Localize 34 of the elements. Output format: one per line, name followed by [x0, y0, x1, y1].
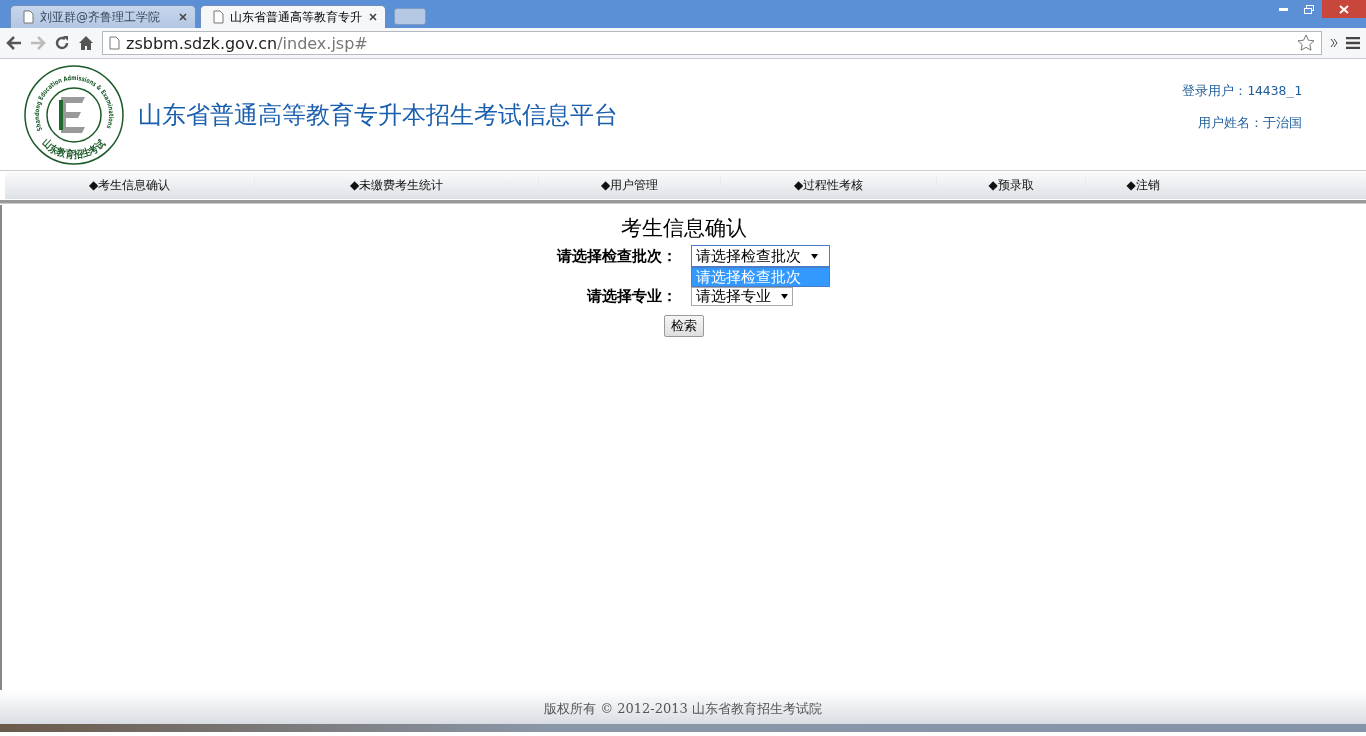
field-label: 请选择专业： [587, 287, 677, 306]
restore-icon[interactable] [1304, 4, 1314, 14]
menu-icon[interactable] [1346, 37, 1360, 49]
nav-link[interactable]: ◆考生信息确认 [88, 177, 171, 194]
browser-tab[interactable]: 山东省普通高等教育专升 [200, 5, 386, 28]
minimize-icon[interactable] [1278, 7, 1288, 11]
user-info: 登录用户：14438_1 [1182, 81, 1302, 100]
dropdown-arrow-icon [781, 294, 788, 299]
nav-link[interactable]: ◆预录取 [988, 177, 1034, 194]
page-heading: 考生信息确认 [620, 215, 748, 242]
search-button[interactable]: 检索 [664, 315, 704, 337]
nav-link[interactable]: ◆过程性考核 [793, 177, 864, 194]
back-icon[interactable] [6, 36, 22, 50]
site-title: 山东省普通高等教育专升本招生考试信息平台 [138, 99, 619, 131]
home-icon[interactable] [78, 35, 94, 51]
select-field[interactable]: 请选择检查批次 [691, 245, 830, 267]
star-icon[interactable] [1297, 34, 1315, 52]
copyright-text: 版权所有 © 2012-2013 山东省教育招生考试院 [544, 700, 822, 718]
select-field[interactable]: 请选择专业 [691, 287, 793, 306]
nav-link[interactable]: ◆用户管理 [600, 177, 659, 194]
dropdown-arrow-icon [811, 253, 818, 259]
page-icon [23, 10, 34, 24]
page-icon [213, 10, 224, 24]
page-icon [109, 36, 120, 50]
close-icon[interactable] [369, 13, 377, 21]
field-label: 请选择检查批次： [557, 246, 677, 266]
nav-link[interactable]: ◆未缴费考生统计 [349, 177, 444, 194]
address-bar[interactable]: zsbbm.sdzk.gov.cn/index.jsp# [102, 31, 1322, 55]
user-info: 用户姓名：于治国 [1198, 113, 1302, 132]
nav-link[interactable]: ◆注销 [1126, 177, 1160, 194]
browser-tab[interactable]: 刘亚群@齐鲁理工学院 [10, 5, 196, 28]
reload-icon[interactable] [54, 35, 70, 51]
close-icon[interactable] [179, 13, 187, 21]
more-icon[interactable] [1330, 38, 1338, 48]
